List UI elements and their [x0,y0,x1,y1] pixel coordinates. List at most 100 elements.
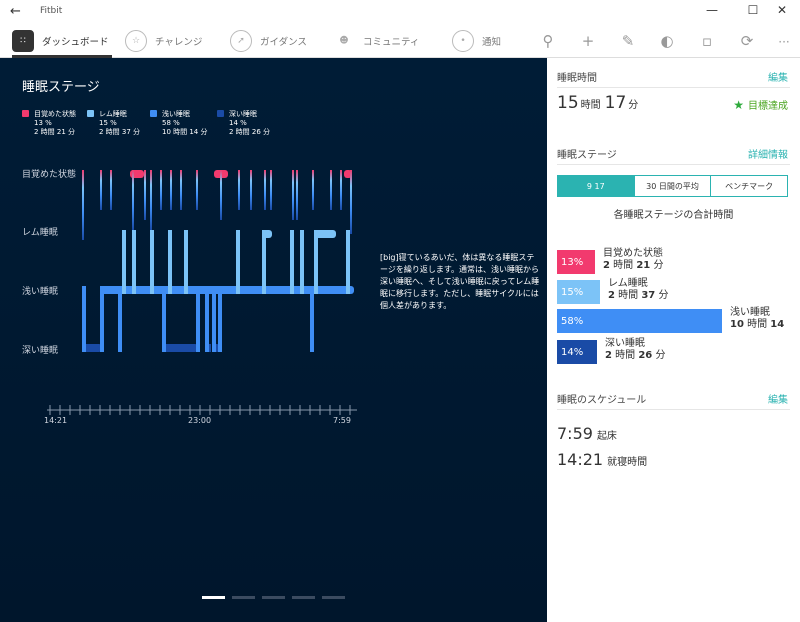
challenge-icon: ☆ [125,30,147,52]
close-icon[interactable]: ✕ [770,3,794,17]
bar-label-light: 浅い睡眠 10 時間 14 [730,307,784,331]
minutes-value: 17 [604,93,627,113]
wake-time-value: 7:59 [557,424,593,443]
tab-guidance[interactable]: ➚ ガイダンス [230,24,307,58]
bar-minutes: 26 [638,350,653,361]
goal-label: 目標達成 [748,101,788,112]
goal-achieved: ★ 目標達成 [733,97,788,112]
bar-hours: 2 [608,290,615,301]
divider [557,87,790,88]
edit-schedule-link[interactable]: 編集 [768,391,788,406]
bar-minutes-unit: 分 [655,350,666,361]
bar-label-deep: 深い睡眠 2 時間 26 分 [605,338,665,362]
bar-minutes: 14 [770,319,785,330]
bed-time-value: 14:21 [557,450,604,469]
more-icon[interactable]: ··· [774,35,794,49]
bar-name: 深い睡眠 [605,338,645,349]
community-icon: ☻ [339,36,349,46]
nav-bar: ∷ ダッシュボード ☆ チャレンジ ➚ ガイダンス ☻ コミュニティ • 通知 [0,24,800,58]
tab-label: ガイダンス [260,37,307,48]
sleep-stages-panel: 睡眠ステージ 目覚めた状態 13 % 2 時間 21 分 レム睡眠 15 % 2… [0,58,547,622]
plus-icon[interactable]: + [578,32,598,50]
bed-time: 14:21 就寝時間 [557,450,647,469]
page-dot[interactable] [232,596,255,599]
tab-label: 通知 [482,37,502,48]
bar-hours: 10 [730,319,744,330]
pin-icon[interactable]: ⚲ [538,32,558,50]
schedule-title: 睡眠のスケジュール [557,395,647,406]
bar-pct: 15% [561,286,584,298]
bar-name: 目覚めた状態 [603,248,663,259]
bar-hours-unit: 時間 [618,290,639,301]
trash-icon[interactable]: ▫ [697,32,717,50]
stage-view-segmented-control: 9 17 30 日間の平均 ベンチマーク [557,175,788,197]
page-dot[interactable] [292,596,315,599]
app-title: Fitbit [40,6,63,16]
minimize-icon[interactable]: — [700,3,724,17]
tab-label: チャレンジ [155,37,203,48]
tab-community[interactable]: ☻ コミュニティ [333,24,419,58]
compass-icon: ➚ [230,30,252,52]
bar-deep: 14% [557,340,597,364]
bar-pct: 58% [561,315,584,327]
bar-label-rem: レム睡眠 2 時間 37 分 [608,278,668,302]
bar-minutes-unit: 分 [653,260,664,271]
tab-dashboard[interactable]: ∷ ダッシュボード [12,24,112,58]
wake-time: 7:59 起床 [557,424,617,443]
moon-icon[interactable]: ◐ [657,32,677,50]
dashboard-icon: ∷ [12,30,34,52]
bar-minutes: 21 [636,260,651,271]
bar-label-awake: 目覚めた状態 2 時間 21 分 [603,248,663,272]
hours-value: 15 [557,93,579,113]
back-arrow-icon[interactable]: ← [10,4,21,19]
x-label-start: 14:21 [44,416,68,425]
bar-hours-unit: 時間 [747,319,768,330]
page-indicator [202,596,345,599]
bar-minutes-unit: 分 [658,290,669,301]
bar-hours: 2 [603,260,610,271]
pencil-icon[interactable]: ✎ [618,32,638,50]
divider [557,164,790,165]
minutes-unit: 分 [628,100,639,111]
sleep-time-title: 睡眠時間 [557,73,597,84]
tab-label: ダッシュボード [42,37,109,48]
bar-rem: 15% [557,280,600,304]
segment-benchmark[interactable]: ベンチマーク [710,176,787,196]
tab-notifications[interactable]: • 通知 [452,24,501,58]
bar-name: 浅い睡眠 [730,307,770,318]
bar-pct: 14% [561,346,584,358]
bar-light: 58% [557,309,722,333]
stages-subtitle: 各睡眠ステージの合計時間 [613,210,734,221]
bar-pct: 13% [561,256,584,268]
edit-sleep-time-link[interactable]: 編集 [768,69,788,84]
bar-hours-unit: 時間 [613,260,634,271]
x-label-end: 7:59 [333,416,351,425]
hypnogram-chart [47,170,357,415]
maximize-icon[interactable]: ☐ [741,3,765,17]
bar-hours: 2 [605,350,612,361]
stage-description: [big]寝ているあいだ、体は異なる睡眠ステージを繰り返します。通常は、浅い睡眠… [380,253,540,310]
page-dot[interactable] [262,596,285,599]
bar-name: レム睡眠 [608,278,648,289]
stage-light-blocks [82,286,354,352]
divider [557,409,790,410]
tab-label: コミュニティ [363,37,420,48]
title-bar: ← Fitbit — ☐ ✕ [0,0,800,24]
chat-bubble-icon: • [452,30,474,52]
tab-challenges[interactable]: ☆ チャレンジ [125,24,202,58]
details-link[interactable]: 詳細情報 [748,146,788,161]
segment-30day-average[interactable]: 30 日間の平均 [633,176,711,196]
bar-hours-unit: 時間 [615,350,636,361]
detail-panel: 睡眠時間 編集 15 時間 17 分 ★ 目標達成 睡眠ステージ 詳細情報 9 17 3… [547,58,800,622]
sleep-duration: 15 時間 17 分 [557,93,642,113]
stage-awake-spikes [82,170,352,240]
wake-time-label: 起床 [596,431,617,442]
page-dot[interactable] [322,596,345,599]
x-label-mid: 23:00 [188,416,212,425]
stages-title: 睡眠ステージ [557,150,617,161]
segment-date[interactable]: 9 17 [558,176,634,196]
page-dot[interactable] [202,596,225,599]
hours-unit: 時間 [580,100,601,111]
sync-icon[interactable]: ⟳ [737,32,757,50]
stage-rem-blocks [122,230,350,294]
